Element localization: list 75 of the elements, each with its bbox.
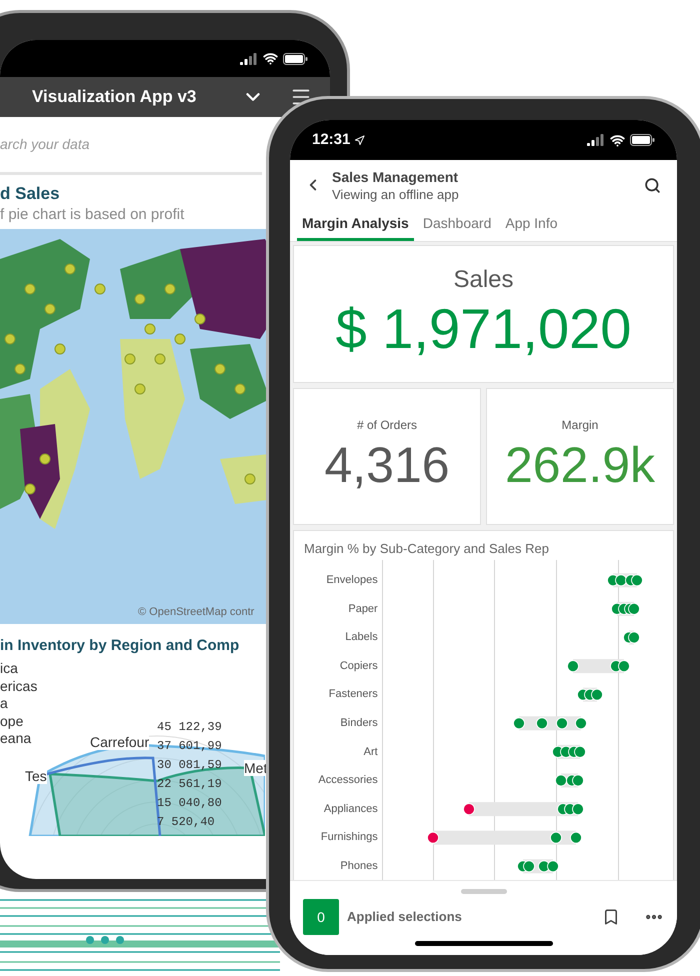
data-point [628, 603, 640, 615]
tab[interactable]: Dashboard [418, 209, 496, 241]
legend-label: a [0, 695, 8, 712]
app-title: Visualization App v3 [32, 86, 196, 108]
app-subtitle: Viewing an offline app [332, 186, 459, 202]
data-point [426, 832, 439, 844]
axis-tick-label: 30 081,59 [157, 756, 222, 774]
kpi-label: Margin [562, 416, 598, 432]
row-label: Binders [340, 716, 378, 732]
category-label: Tes [25, 768, 47, 784]
app-title: Sales Management [332, 168, 459, 186]
axis-tick-label: 45 122,39 [157, 718, 222, 736]
kpi-value: 4,316 [324, 436, 450, 494]
tab[interactable]: App Info [500, 209, 563, 241]
search-placeholder: arch your data [0, 135, 90, 154]
panel-subtitle: f pie chart is based on profit [0, 205, 184, 225]
data-point [546, 860, 559, 872]
category-label: Carrefour [90, 734, 150, 750]
data-point [554, 774, 567, 786]
data-point [570, 832, 582, 844]
data-point [522, 860, 535, 872]
battery-icon [630, 134, 655, 146]
status-time: 12:31 [312, 130, 350, 150]
bookmark-icon[interactable] [602, 908, 620, 926]
search-icon[interactable] [644, 176, 661, 194]
wifi-icon [610, 132, 625, 148]
kpi-label: Sales [453, 265, 514, 295]
row-label: Accessories [318, 773, 378, 788]
data-point [550, 832, 562, 844]
axis-tick-label: 15 040,80 [157, 794, 222, 812]
axis-tick-label: 22 561,19 [157, 776, 222, 792]
row-label: Art [364, 744, 378, 760]
legend-label: ica [0, 660, 18, 678]
row-label: Labels [345, 630, 378, 646]
data-point [566, 660, 579, 672]
location-arrow-icon [354, 134, 366, 146]
battery-icon [283, 52, 308, 64]
chart-title: Margin % by Sub-Category and Sales Rep [304, 540, 550, 558]
data-point [618, 660, 630, 672]
category-label: Met [244, 760, 268, 776]
data-point [572, 803, 584, 815]
selection-count[interactable]: 0 [303, 899, 339, 935]
map-attribution: © OpenStreetMap contr [138, 604, 254, 620]
row-label: Fasteners [328, 687, 378, 702]
drag-handle[interactable] [460, 889, 506, 894]
row-label: Furnishings [320, 830, 378, 846]
data-point [614, 574, 627, 586]
row-label: Copiers [340, 658, 378, 674]
legend-label: eana [0, 730, 32, 748]
row-label: Envelopes [326, 573, 378, 588]
data-point [572, 774, 584, 786]
data-point [512, 717, 525, 730]
row-label: Phones [340, 858, 378, 874]
kpi-label: # of Orders [356, 416, 418, 432]
row-label: Appliances [324, 802, 378, 817]
selections-label[interactable]: Applied selections [347, 907, 462, 927]
kpi-value: 262.9k [504, 436, 656, 494]
data-point [574, 746, 586, 758]
data-point [536, 717, 548, 730]
data-point [556, 717, 568, 730]
panel-title: in Inventory by Region and Comp [0, 636, 240, 656]
axis-tick-label: 7 520,40 [157, 814, 216, 830]
signal-icon [587, 134, 605, 146]
panel-title: d Sales [0, 183, 60, 205]
wifi-icon [263, 51, 278, 66]
legend-label: ericas [0, 678, 38, 695]
legend-label: ope [0, 712, 24, 730]
row-label: Paper [348, 602, 378, 617]
data-point [628, 632, 640, 644]
data-point [462, 803, 475, 815]
kpi-value: $ 1,971,020 [336, 296, 632, 362]
data-point [630, 574, 643, 586]
signal-icon [240, 52, 258, 64]
data-point [590, 688, 603, 701]
data-point [574, 717, 587, 730]
